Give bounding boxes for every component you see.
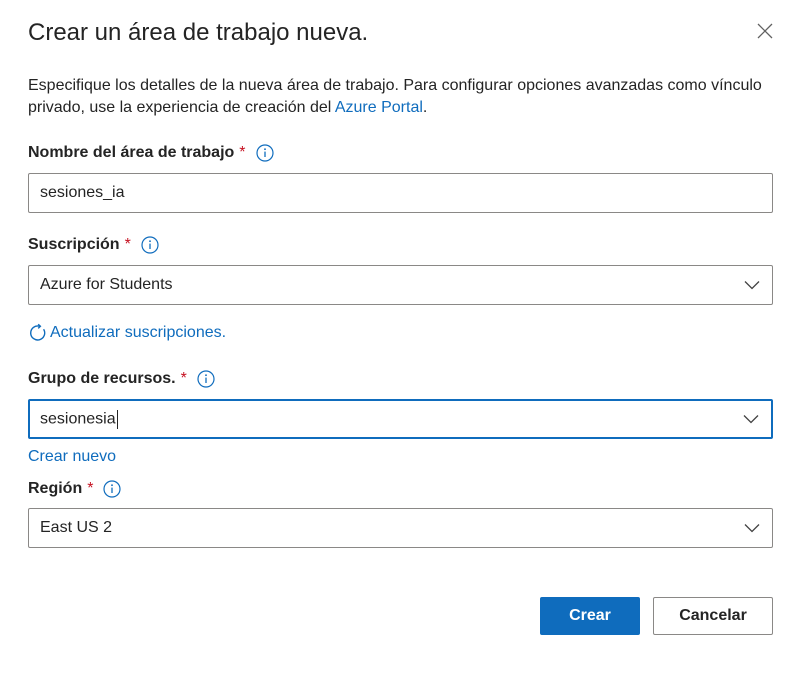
refresh-subscriptions-label: Actualizar suscripciones. (50, 324, 227, 341)
refresh-icon (28, 323, 48, 343)
workspace-name-label: Nombre del área de trabajo (28, 144, 235, 161)
region-value: East US 2 (40, 519, 113, 536)
create-button[interactable]: Crear (540, 597, 640, 635)
dialog-title: Crear un área de trabajo nueva. (28, 19, 369, 46)
info-icon[interactable] (103, 480, 122, 498)
workspace-name-input[interactable]: sesiones_ia (28, 173, 773, 213)
resource-group-value: sesionesia (40, 410, 116, 428)
close-button[interactable] (752, 18, 778, 44)
subscription-label: Suscripción (28, 236, 120, 253)
chevron-down-icon[interactable] (732, 266, 772, 304)
text-cursor (116, 409, 118, 429)
description-end: . (422, 99, 428, 116)
subscription-value: Azure for Students (40, 276, 173, 293)
chevron-down-icon[interactable] (731, 401, 771, 437)
dialog-description: Especifique los detalles de la nueva áre… (28, 75, 773, 119)
close-icon (757, 23, 773, 39)
required-marker: * (124, 236, 131, 253)
refresh-subscriptions-link[interactable]: Actualizar suscripciones. (28, 322, 226, 344)
info-icon[interactable] (255, 144, 274, 162)
workspace-name-label-row: Nombre del área de trabajo * (28, 142, 274, 164)
resource-group-label-row: Grupo de recursos. * (28, 368, 215, 390)
cancel-button[interactable]: Cancelar (653, 597, 773, 635)
subscription-label-row: Suscripción * (28, 234, 159, 256)
required-marker: * (87, 480, 94, 497)
region-label-row: Región * (28, 478, 122, 500)
create-workspace-dialog: Crear un área de trabajo nueva. Especifi… (0, 0, 802, 677)
region-dropdown[interactable]: East US 2 (28, 508, 773, 548)
required-marker: * (239, 144, 246, 161)
info-icon[interactable] (141, 236, 159, 254)
azure-portal-link[interactable]: Azure Portal (335, 99, 423, 116)
create-new-resource-group-link[interactable]: Crear nuevo (28, 446, 116, 468)
chevron-down-icon[interactable] (732, 509, 772, 547)
info-icon[interactable] (197, 370, 215, 388)
workspace-name-value: sesiones_ia (40, 184, 125, 201)
subscription-dropdown[interactable]: Azure for Students (28, 265, 773, 305)
region-label: Región (28, 480, 83, 497)
resource-group-label: Grupo de recursos. (28, 370, 176, 387)
required-marker: * (180, 370, 187, 387)
resource-group-combobox[interactable]: sesionesia (28, 399, 773, 439)
